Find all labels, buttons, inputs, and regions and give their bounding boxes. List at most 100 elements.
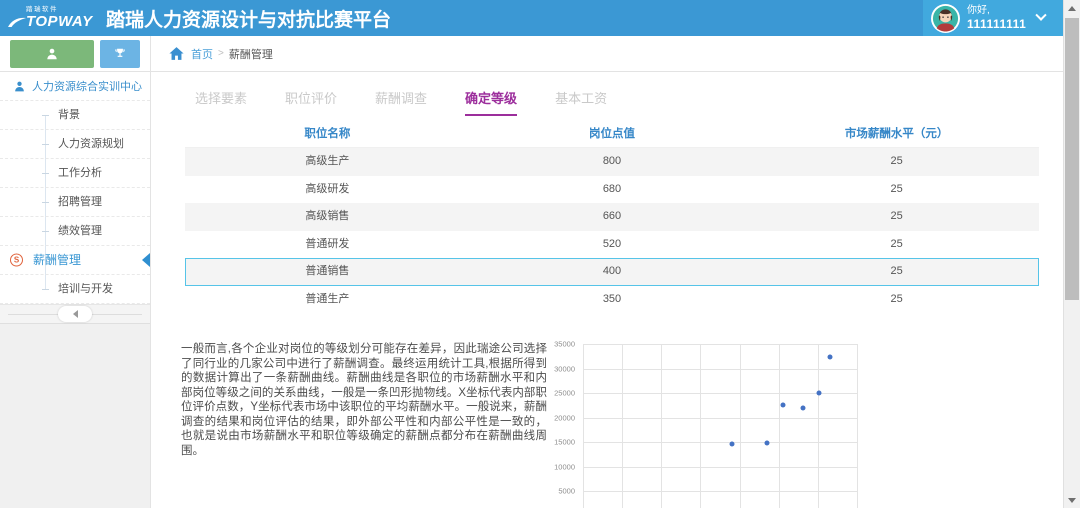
chart-gridline-vertical	[857, 344, 858, 508]
chart-gridline-horizontal	[583, 344, 857, 345]
breadcrumb-home[interactable]: 首页	[191, 46, 213, 62]
sidebar-item-performance[interactable]: 绩效管理	[0, 217, 150, 246]
tab-salary-survey[interactable]: 薪酬调查	[375, 88, 427, 114]
chart-data-point[interactable]	[729, 441, 735, 447]
sidebar-item-label: 培训与开发	[58, 283, 113, 295]
app-header: 踏瑞软件 TOPWAY 踏瑞人力资源设计与对抗比赛平台 你好, 11111111…	[0, 0, 1063, 36]
table-row[interactable]: 普通销售 400 25	[185, 258, 1039, 286]
chart-data-point[interactable]	[780, 402, 786, 408]
table-cell: 520	[602, 237, 622, 250]
sidebar-item-label: 工作分析	[58, 167, 102, 179]
toolbar: 首页 > 薪酬管理	[0, 36, 1063, 72]
chart-y-tick-label: 10000	[554, 462, 575, 472]
table-row[interactable]: 普通生产 350 25	[185, 286, 1039, 314]
sidebar-item-label: 人力资源规划	[58, 138, 124, 150]
chart-data-point[interactable]	[800, 405, 806, 411]
chevron-down-icon[interactable]	[1035, 9, 1047, 21]
table-cell: 25	[890, 265, 903, 277]
table-row[interactable]: 高级销售 660 25	[185, 203, 1039, 231]
scroll-down-arrow-icon	[1068, 497, 1076, 503]
greeting-text: 你好,	[967, 4, 990, 16]
user-greeting-block: 你好, 111111111	[967, 4, 1026, 33]
avatar[interactable]	[931, 3, 960, 33]
chart-y-tick-label: 20000	[554, 413, 575, 423]
tab-bar: 选择要素 职位评价 薪酬调查 确定等级 基本工资	[195, 88, 645, 116]
sidebar-menu: 背景人力资源规划 工作分析招聘管理绩效管理 S 薪酬管理培训与开发	[0, 101, 150, 304]
sidebar: 人力资源综合实训中心 背景人力资源规划 工作分析招聘管理绩效管理 S 薪酬管理培训与开…	[0, 72, 150, 508]
logo-text: TOPWAY	[26, 13, 93, 31]
logo-swoosh-icon	[8, 18, 26, 28]
sidebar-item-background[interactable]: 背景	[0, 101, 150, 130]
table-cell: 680	[602, 182, 622, 195]
scroll-up-button[interactable]	[1064, 0, 1080, 16]
breadcrumb-separator-icon: >	[218, 48, 224, 59]
breadcrumb-current: 薪酬管理	[228, 48, 273, 61]
column-header-2: 市场薪酬水平（元）	[844, 128, 949, 140]
home-icon[interactable]	[167, 45, 186, 62]
chart-y-tick-label: 15000	[554, 437, 575, 447]
tab-select-factors[interactable]: 选择要素	[195, 88, 247, 114]
logo-text-block: 踏瑞软件 TOPWAY	[26, 6, 93, 31]
table-cell: 25	[890, 210, 903, 222]
sidebar-item-recruitment[interactable]: 招聘管理	[0, 188, 150, 217]
training-center-icon	[15, 81, 24, 91]
sidebar-collapse-bar	[0, 304, 150, 324]
table-cell: 高级研发	[305, 182, 350, 195]
sidebar-root-item[interactable]: 人力资源综合实训中心	[0, 72, 150, 101]
table-cell: 660	[602, 210, 622, 222]
sidebar-item-label: 薪酬管理	[33, 253, 82, 267]
collapse-arrow-icon	[72, 310, 78, 318]
main-content: 选择要素 职位评价 薪酬调查 确定等级 基本工资 职位名称 岗位点值 市场薪酬水平（元） 高…	[151, 72, 1063, 508]
person-icon	[47, 48, 57, 60]
chart-y-tick-label: 35000	[554, 339, 575, 349]
table-cell: 400	[602, 265, 622, 277]
user-menu[interactable]: 你好, 111111111	[923, 0, 1063, 36]
table-row[interactable]: 普通研发 520 25	[185, 231, 1039, 259]
training-mode-button[interactable]	[10, 40, 94, 68]
trophy-icon	[115, 48, 125, 57]
breadcrumb: 首页 > 薪酬管理	[167, 36, 273, 71]
table-cell: 25	[890, 292, 903, 305]
sidebar-root-label: 人力资源综合实训中心	[32, 81, 142, 93]
table-cell: 25	[890, 155, 903, 167]
sidebar-item-salary[interactable]: S 薪酬管理	[0, 246, 150, 275]
table-cell: 25	[890, 237, 903, 250]
page-title: 踏瑞人力资源设计与对抗比赛平台	[106, 9, 392, 31]
chart-data-point[interactable]	[764, 440, 770, 446]
topway-logo[interactable]: 踏瑞软件 TOPWAY	[0, 6, 96, 31]
sidebar-item-job-analysis[interactable]: 工作分析	[0, 159, 150, 188]
chart-y-tick-label: 30000	[554, 364, 575, 374]
column-header-0: 职位名称	[304, 128, 351, 140]
vertical-scrollbar[interactable]	[1063, 0, 1080, 508]
chart-y-axis-labels: 5000 10000 15000 20000 25000 30000 35000	[549, 340, 577, 508]
table-row[interactable]: 高级研发 680 25	[185, 176, 1039, 204]
salary-grade-table: 职位名称 岗位点值 市场薪酬水平（元） 高级生产 800 25 高级研发 680 25 高级销售…	[185, 120, 1039, 313]
table-cell: 高级生产	[305, 155, 350, 167]
sidebar-item-hr-planning[interactable]: 人力资源规划	[0, 130, 150, 159]
collapse-button[interactable]	[58, 306, 92, 322]
table-cell: 350	[602, 292, 622, 305]
scroll-down-button[interactable]	[1064, 492, 1080, 508]
chart-gridline-horizontal	[583, 442, 857, 444]
sidebar-item-training[interactable]: 培训与开发	[0, 275, 150, 304]
table-header: 职位名称 岗位点值 市场薪酬水平（元）	[185, 120, 1039, 148]
salary-curve-description: 一般而言,各个企业对岗位的等级划分可能存在差异，因此瑞途公司选择了同行业的几家公…	[181, 343, 547, 457]
column-header-1: 岗位点值	[588, 128, 635, 140]
salary-scatter-chart: 5000 10000 15000 20000 25000 30000 35000	[549, 336, 869, 508]
scrollbar-thumb[interactable]	[1065, 18, 1079, 300]
scroll-up-arrow-icon	[1068, 5, 1076, 11]
chart-data-point[interactable]	[827, 354, 833, 360]
chart-gridline-horizontal	[583, 368, 857, 370]
table-cell: 普通研发	[305, 237, 350, 250]
competition-mode-button[interactable]	[100, 40, 140, 68]
avatar-image	[931, 3, 960, 33]
table-cell: 普通生产	[305, 292, 350, 305]
table-row[interactable]: 高级生产 800 25	[185, 148, 1039, 176]
salary-management-page: 踏瑞软件 TOPWAY 踏瑞人力资源设计与对抗比赛平台 你好, 11111111…	[0, 0, 1080, 508]
table-body: 高级生产 800 25 高级研发 680 25 高级销售 660 25 普通研发 520 25 普通销售…	[185, 148, 1039, 313]
chart-data-point[interactable]	[816, 390, 822, 396]
sidebar-item-label: 招聘管理	[58, 196, 102, 208]
tab-determine-grade[interactable]: 确定等级	[465, 88, 518, 116]
tab-base-salary[interactable]: 基本工资	[555, 88, 607, 114]
tab-job-evaluation[interactable]: 职位评价	[285, 88, 337, 114]
